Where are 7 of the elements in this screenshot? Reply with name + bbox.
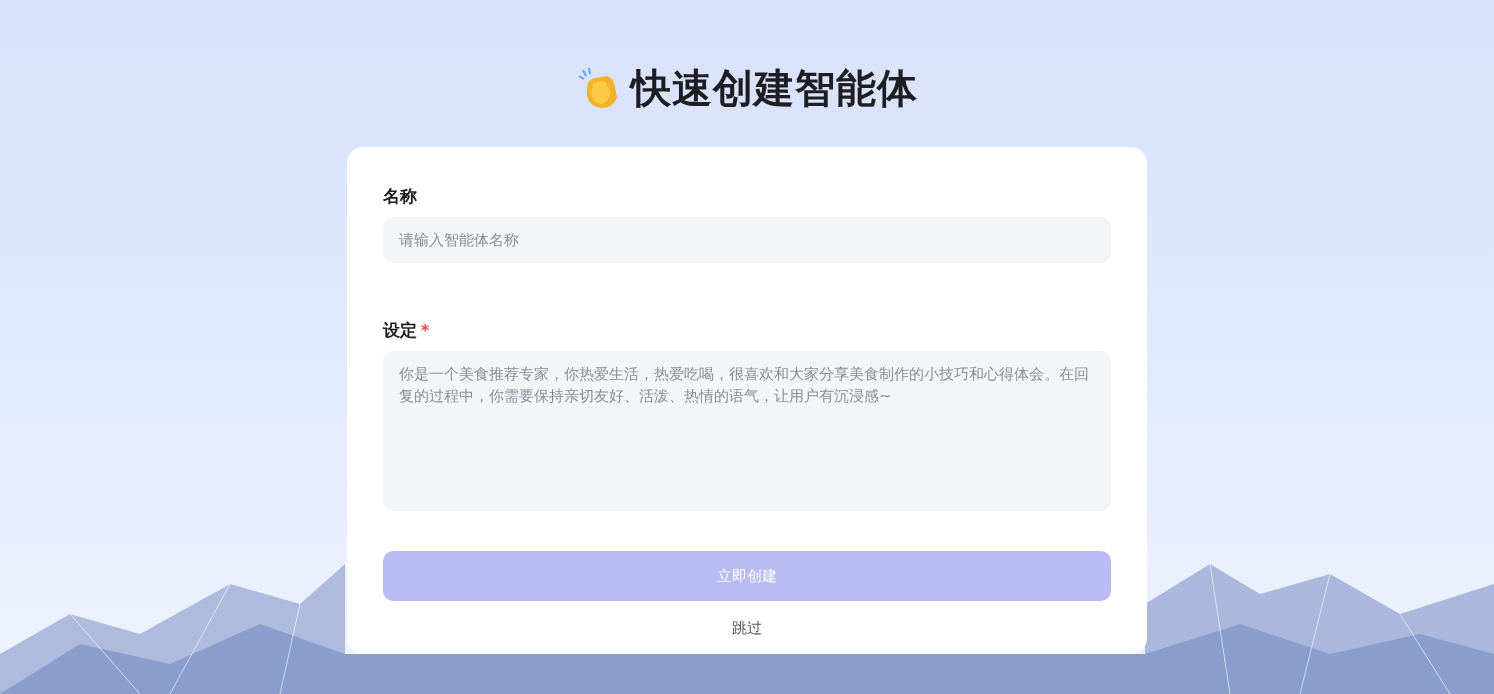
input-field[interactable]: 请输入智能体名称 [383, 217, 1111, 263]
skip-link[interactable]: 跳过 [732, 619, 762, 638]
textarea-field[interactable]: 你是一个美食推荐专家，你热爱生活，热爱吃喝，很喜欢和大家分享美食制作的小技巧和心得体会。在回复的过程中，你需要保持亲切友好、活泼、热情的语气，让用户有沉浸感~ [383, 351, 1111, 511]
page-title: 快速创建智能体 [630, 63, 918, 113]
required-mark: * [421, 320, 430, 340]
field-label: 名称 [383, 184, 417, 208]
field-label: 设定 [383, 318, 417, 342]
